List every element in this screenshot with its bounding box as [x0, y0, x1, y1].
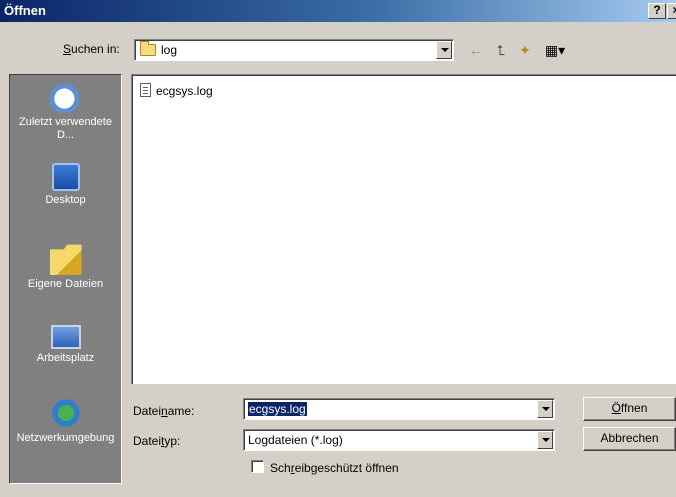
- place-label: Netzwerkumgebung: [16, 432, 115, 444]
- text-file-icon: [140, 83, 151, 97]
- up-one-level-button[interactable]: ⮤: [490, 40, 512, 60]
- filetype-label: Dateityp:: [133, 434, 181, 448]
- place-my-documents[interactable]: Eigene Dateien: [10, 243, 121, 291]
- help-button[interactable]: ?: [648, 3, 666, 19]
- place-desktop[interactable]: Desktop: [10, 163, 121, 207]
- filename-input[interactable]: ecgsys.log: [243, 398, 555, 420]
- place-label: Arbeitsplatz: [36, 352, 95, 364]
- desktop-icon: [51, 163, 80, 191]
- new-folder-icon: ✦: [519, 42, 531, 58]
- filetype-value: Logdateien (*.log): [248, 433, 343, 447]
- filename-dropdown-button[interactable]: [537, 400, 553, 418]
- new-folder-button[interactable]: ✦: [514, 40, 536, 60]
- lookin-dropdown-button[interactable]: [436, 41, 452, 59]
- title-bar: Öffnen ? ×: [0, 0, 676, 22]
- open-button[interactable]: Öffnen: [583, 397, 676, 421]
- place-label: Desktop: [45, 194, 86, 206]
- places-bar: Zuletzt verwendete D... Desktop Eigene D…: [9, 74, 122, 484]
- my-documents-icon: [49, 244, 82, 275]
- view-menu-button[interactable]: ▦▾: [538, 40, 572, 60]
- close-button[interactable]: ×: [667, 3, 676, 19]
- place-label: Zuletzt verwendete D...: [19, 116, 112, 141]
- back-button[interactable]: ←: [465, 40, 487, 60]
- recent-documents-icon: [49, 81, 82, 113]
- filename-label: Dateiname:: [133, 404, 195, 418]
- file-list[interactable]: ecgsys.log: [131, 74, 676, 384]
- place-label: Eigene Dateien: [27, 278, 104, 290]
- filetype-select[interactable]: Logdateien (*.log): [243, 429, 555, 451]
- network-places-icon: [49, 397, 82, 429]
- back-arrow-icon: ←: [469, 42, 483, 58]
- window-title: Öffnen: [4, 3, 46, 18]
- my-computer-icon: [50, 325, 81, 349]
- place-recent[interactable]: Zuletzt verwendete D...: [10, 81, 121, 142]
- readonly-label[interactable]: Schreibgeschützt öffnen: [270, 461, 399, 475]
- file-name: ecgsys.log: [156, 84, 213, 98]
- lookin-combobox[interactable]: log: [134, 39, 454, 61]
- folder-icon: [140, 41, 156, 56]
- up-folder-icon: ⮤: [496, 42, 506, 58]
- place-network[interactable]: Netzwerkumgebung: [10, 397, 121, 445]
- filename-value: ecgsys.log: [248, 402, 307, 416]
- lookin-label: Suchen in:: [63, 42, 120, 56]
- list-item[interactable]: ecgsys.log: [140, 83, 213, 98]
- filetype-dropdown-button[interactable]: [537, 431, 553, 449]
- view-menu-icon: ▦▾: [544, 42, 566, 58]
- lookin-value: log: [161, 43, 178, 57]
- cancel-button[interactable]: Abbrechen: [583, 427, 676, 451]
- readonly-checkbox[interactable]: [251, 460, 264, 473]
- place-my-computer[interactable]: Arbeitsplatz: [10, 325, 121, 365]
